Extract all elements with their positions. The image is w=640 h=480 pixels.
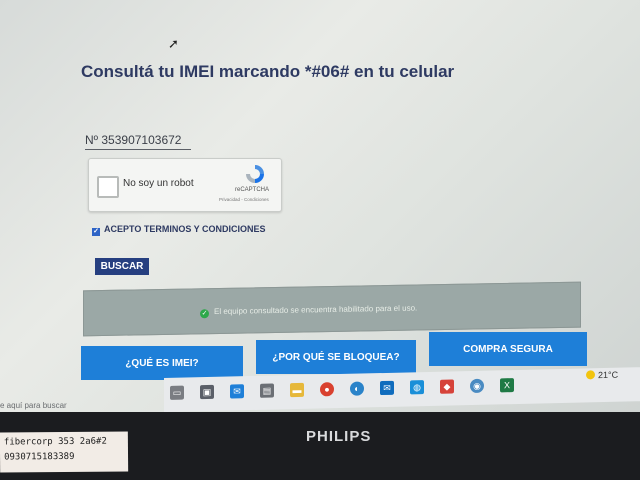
status-banner: ✓ El equipo consultado se encuentra habil…	[83, 281, 581, 337]
weather-temp: 21°C	[598, 369, 619, 381]
monitor-brand-logo: PHILIPS	[306, 428, 372, 445]
checkbox-checked-icon[interactable]: ✓	[92, 228, 100, 236]
secure-purchase-button[interactable]: COMPRA SEGURA	[429, 332, 587, 366]
edge-icon[interactable]: ◐	[350, 381, 364, 396]
browser-screen: ➚ Consultá tu IMEI marcando *#06# en tu …	[0, 0, 640, 412]
recaptcha-label: No soy un robot	[123, 178, 194, 189]
task-view-icon[interactable]: ▭	[170, 385, 184, 400]
mail-icon[interactable]: ✉	[230, 384, 244, 399]
outlook-icon[interactable]: ✉	[380, 380, 394, 396]
chrome-icon[interactable]: ●	[320, 382, 334, 397]
excel-icon[interactable]: X	[500, 378, 514, 393]
recaptcha-widget: No soy un robot reCAPTCHA Privacidad - C…	[88, 158, 282, 212]
weather-widget[interactable]: 21°C	[586, 370, 618, 381]
why-blocked-button[interactable]: ¿POR QUÉ SE BLOQUEA?	[256, 340, 416, 374]
network-icon[interactable]: ◉	[470, 378, 484, 394]
terms-label: ACEPTO TERMINOS Y CONDICIONES	[104, 224, 266, 234]
search-button[interactable]: BUSCAR	[95, 258, 149, 275]
check-circle-icon: ✓	[200, 309, 209, 319]
store-icon[interactable]: ▣	[200, 384, 214, 400]
imei-input[interactable]: Nº 353907103672	[85, 133, 191, 150]
what-is-imei-button[interactable]: ¿QUÉ ES IMEI?	[81, 346, 243, 380]
calculator-icon[interactable]: ▤	[260, 383, 274, 398]
recaptcha-brand: reCAPTCHA	[235, 187, 270, 193]
label-sticker: fibercorp 353 2a6#2 0930715183389	[0, 431, 129, 473]
mouse-cursor-icon: ➚	[168, 36, 179, 51]
sun-icon	[586, 370, 595, 380]
taskbar-search-hint[interactable]: e aquí para buscar	[0, 401, 67, 410]
status-message: El equipo consultado se encuentra habili…	[214, 303, 418, 317]
app-icon[interactable]: ◍	[410, 380, 424, 395]
sticker-line-1: fibercorp 353 2a6#2	[3, 436, 107, 448]
terms-checkbox-row[interactable]: ✓ ACEPTO TERMINOS Y CONDICIONES	[92, 224, 266, 236]
anydesk-icon[interactable]: ◆	[440, 379, 454, 394]
recaptcha-logo-icon	[246, 165, 264, 183]
page-title: Consultá tu IMEI marcando *#06# en tu ce…	[81, 62, 455, 81]
recaptcha-checkbox[interactable]	[97, 176, 119, 198]
folder-icon[interactable]: ▬	[290, 382, 304, 398]
sticker-line-2: 0930715183389	[4, 451, 75, 463]
recaptcha-links[interactable]: Privacidad - Condiciones	[219, 197, 269, 202]
